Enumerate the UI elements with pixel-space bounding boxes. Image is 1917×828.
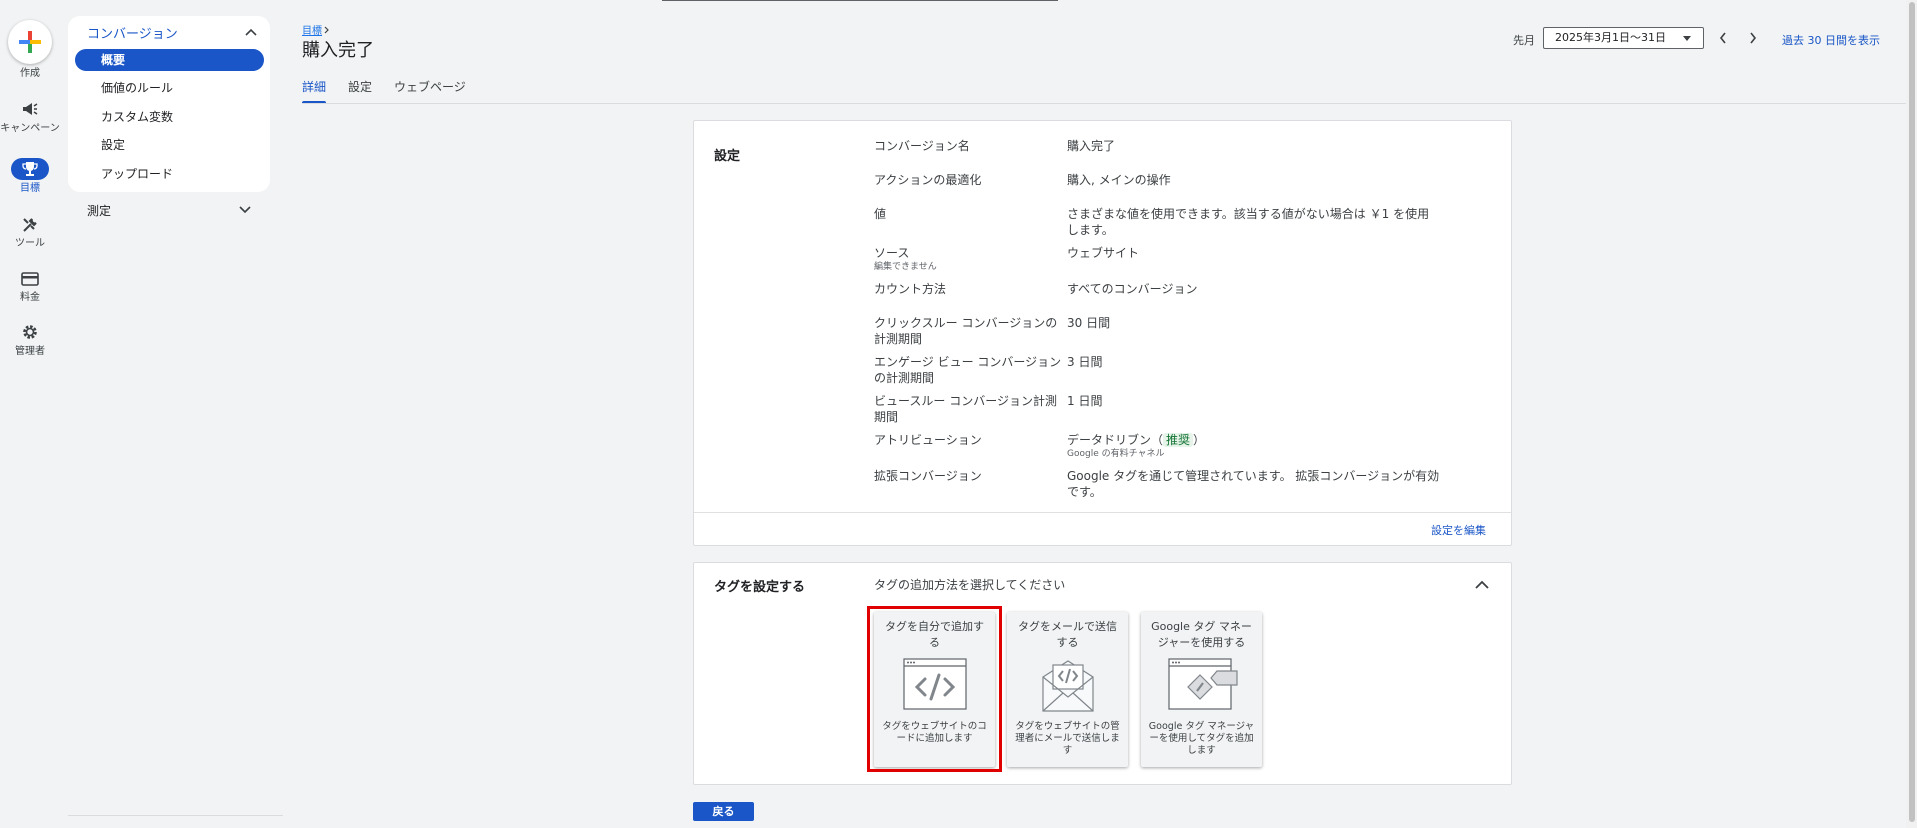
settings-title: 設定 <box>714 149 741 164</box>
conversion-section-label: コンバージョン <box>87 26 178 42</box>
chevron-up-icon[interactable] <box>1475 580 1489 589</box>
top-indicator <box>662 0 1058 1</box>
nav-item-uploads[interactable]: アップロード <box>75 163 264 185</box>
row-label: クリックスルー コンバージョンの計測期間 <box>874 316 1058 346</box>
row-value: すべてのコンバージョン <box>1067 282 1198 296</box>
email-code-icon <box>1042 660 1094 712</box>
breadcrumb: 目標 <box>302 22 330 37</box>
tag-manager-option[interactable]: Google タグ マネージャーを使用する Google タグ マネージャーを使… <box>1141 612 1262 767</box>
chevron-right-icon <box>1750 32 1757 44</box>
date-prefix-label: 先月 <box>1513 34 1535 47</box>
row-label: カウント方法 <box>874 282 947 296</box>
nav-item-overview[interactable]: 概要 <box>75 49 264 71</box>
tools-icon[interactable] <box>18 213 42 237</box>
breadcrumb-goals-link[interactable]: 目標 <box>302 22 322 37</box>
chevron-down-icon <box>239 206 251 214</box>
tab-details[interactable]: 詳細 <box>302 78 327 104</box>
tabs-divider <box>302 103 1906 104</box>
measure-section-toggle[interactable]: 測定 <box>87 200 251 220</box>
row-label: アクションの最適化 <box>874 173 982 187</box>
nav-divider <box>68 815 283 816</box>
tag-setup-title: タグを設定する <box>714 580 806 595</box>
tag-instruction: タグの追加方法を選択してください <box>874 578 1066 592</box>
row-value: 30 日間 <box>1067 316 1111 330</box>
row-value: さまざまな値を使用できます。該当する値がない場合は ￥1 を使用します。 <box>1067 207 1430 237</box>
row-value: データドリブン（ 推奨） Google の有料チャネル <box>1067 432 1447 460</box>
option-title: タグを自分で追加する <box>885 620 984 649</box>
row-value: 3 日間 <box>1067 355 1103 369</box>
campaigns-label: キャンペーン <box>0 123 60 134</box>
attribution-sub: Google の有料チャネル <box>1067 449 1165 459</box>
option-title: Google タグ マネージャーを使用する <box>1151 620 1252 649</box>
row-label: 値 <box>874 207 887 221</box>
row-label: アトリビューション <box>874 433 982 447</box>
recommended-badge: 推奨 <box>1163 433 1194 447</box>
chevron-left-icon <box>1719 32 1726 44</box>
chevron-up-icon <box>245 28 257 36</box>
nav-item-settings[interactable]: 設定 <box>75 134 264 156</box>
settings-card: 設定 コンバージョン名 購入完了 アクションの最適化 購入, メインの操作 値 … <box>693 120 1512 546</box>
row-label: エンゲージ ビュー コンバージョンの計測期間 <box>874 355 1062 385</box>
conversion-nav: コンバージョン 概要 価値のルール カスタム変数 設定 アップロード <box>68 16 270 192</box>
date-range-value: 2025年3月1日～31日 <box>1555 31 1666 44</box>
conversion-section-toggle[interactable]: コンバージョン <box>87 22 257 42</box>
option-title: タグをメールで送信する <box>1018 620 1117 649</box>
create-label: 作成 <box>20 68 40 79</box>
nav-item-value-rules[interactable]: 価値のルール <box>75 77 264 99</box>
settings-divider <box>694 512 1511 513</box>
row-value: 購入, メインの操作 <box>1067 173 1171 187</box>
row-value: 購入完了 <box>1067 139 1116 153</box>
row-label-sub: 編集できません <box>874 262 937 272</box>
tab-bar: 詳細 設定 ウェブページ <box>302 78 488 104</box>
date-range-select[interactable]: 2025年3月1日～31日 <box>1543 27 1704 49</box>
row-label: ソース 編集できません <box>874 245 1064 273</box>
plus-icon <box>19 31 41 53</box>
option-description: タグをウェブサイトの管理者にメールで送信します <box>1015 721 1120 756</box>
attribution-value: データドリブン（ 推奨） <box>1067 433 1206 447</box>
gear-icon[interactable] <box>18 320 42 344</box>
row-label: コンバージョン名 <box>874 139 970 153</box>
tab-webpages[interactable]: ウェブページ <box>394 78 466 104</box>
option-description: タグをウェブサイトのコードに追加します <box>882 721 987 744</box>
admin-label: 管理者 <box>15 346 45 357</box>
chevron-right-icon <box>324 26 329 33</box>
past-30-days-link[interactable]: 過去 30 日間を表示 <box>1782 32 1880 48</box>
goals-icon[interactable] <box>11 158 49 180</box>
row-label: 拡張コンバージョン <box>874 469 982 483</box>
tools-label: ツール <box>15 238 45 249</box>
row-value: 1 日間 <box>1067 394 1103 408</box>
create-button[interactable] <box>8 20 52 64</box>
back-button[interactable]: 戻る <box>693 802 754 821</box>
dropdown-caret-icon <box>1683 36 1691 41</box>
goals-label: 目標 <box>20 183 40 194</box>
edit-settings-link[interactable]: 設定を編集 <box>1431 522 1486 538</box>
tab-settings[interactable]: 設定 <box>348 78 372 104</box>
billing-icon[interactable] <box>18 267 42 291</box>
previous-period-button[interactable] <box>1713 27 1733 49</box>
email-tag-option[interactable]: タグをメールで送信する タグをウェブサイトの管理者にメールで送信します <box>1007 612 1128 767</box>
next-period-button[interactable] <box>1743 27 1763 49</box>
row-label: ビュースルー コンバージョン計測期間 <box>874 394 1057 424</box>
nav-item-custom-variables[interactable]: カスタム変数 <box>75 106 264 128</box>
left-rail: 作成 キャンペーン 目標 ツール 料金 管理者 <box>0 0 60 828</box>
tag-manager-icon <box>1168 658 1238 710</box>
row-value: ウェブサイト <box>1067 246 1140 260</box>
scrollbar-thumb[interactable] <box>1909 2 1915 822</box>
row-value: Google タグを通じて管理されています。 拡張コンバージョンが有効です。 <box>1067 469 1440 499</box>
page-title: 購入完了 <box>302 40 374 61</box>
code-window-icon <box>903 658 967 710</box>
measure-label: 測定 <box>87 203 112 218</box>
row-label-text: ソース <box>874 246 910 260</box>
billing-label: 料金 <box>20 292 40 303</box>
option-description: Google タグ マネージャーを使用してタグを追加します <box>1148 721 1255 756</box>
campaigns-icon[interactable] <box>18 97 42 121</box>
add-tag-yourself-option[interactable]: タグを自分で追加する タグをウェブサイトのコードに追加します <box>874 612 995 767</box>
